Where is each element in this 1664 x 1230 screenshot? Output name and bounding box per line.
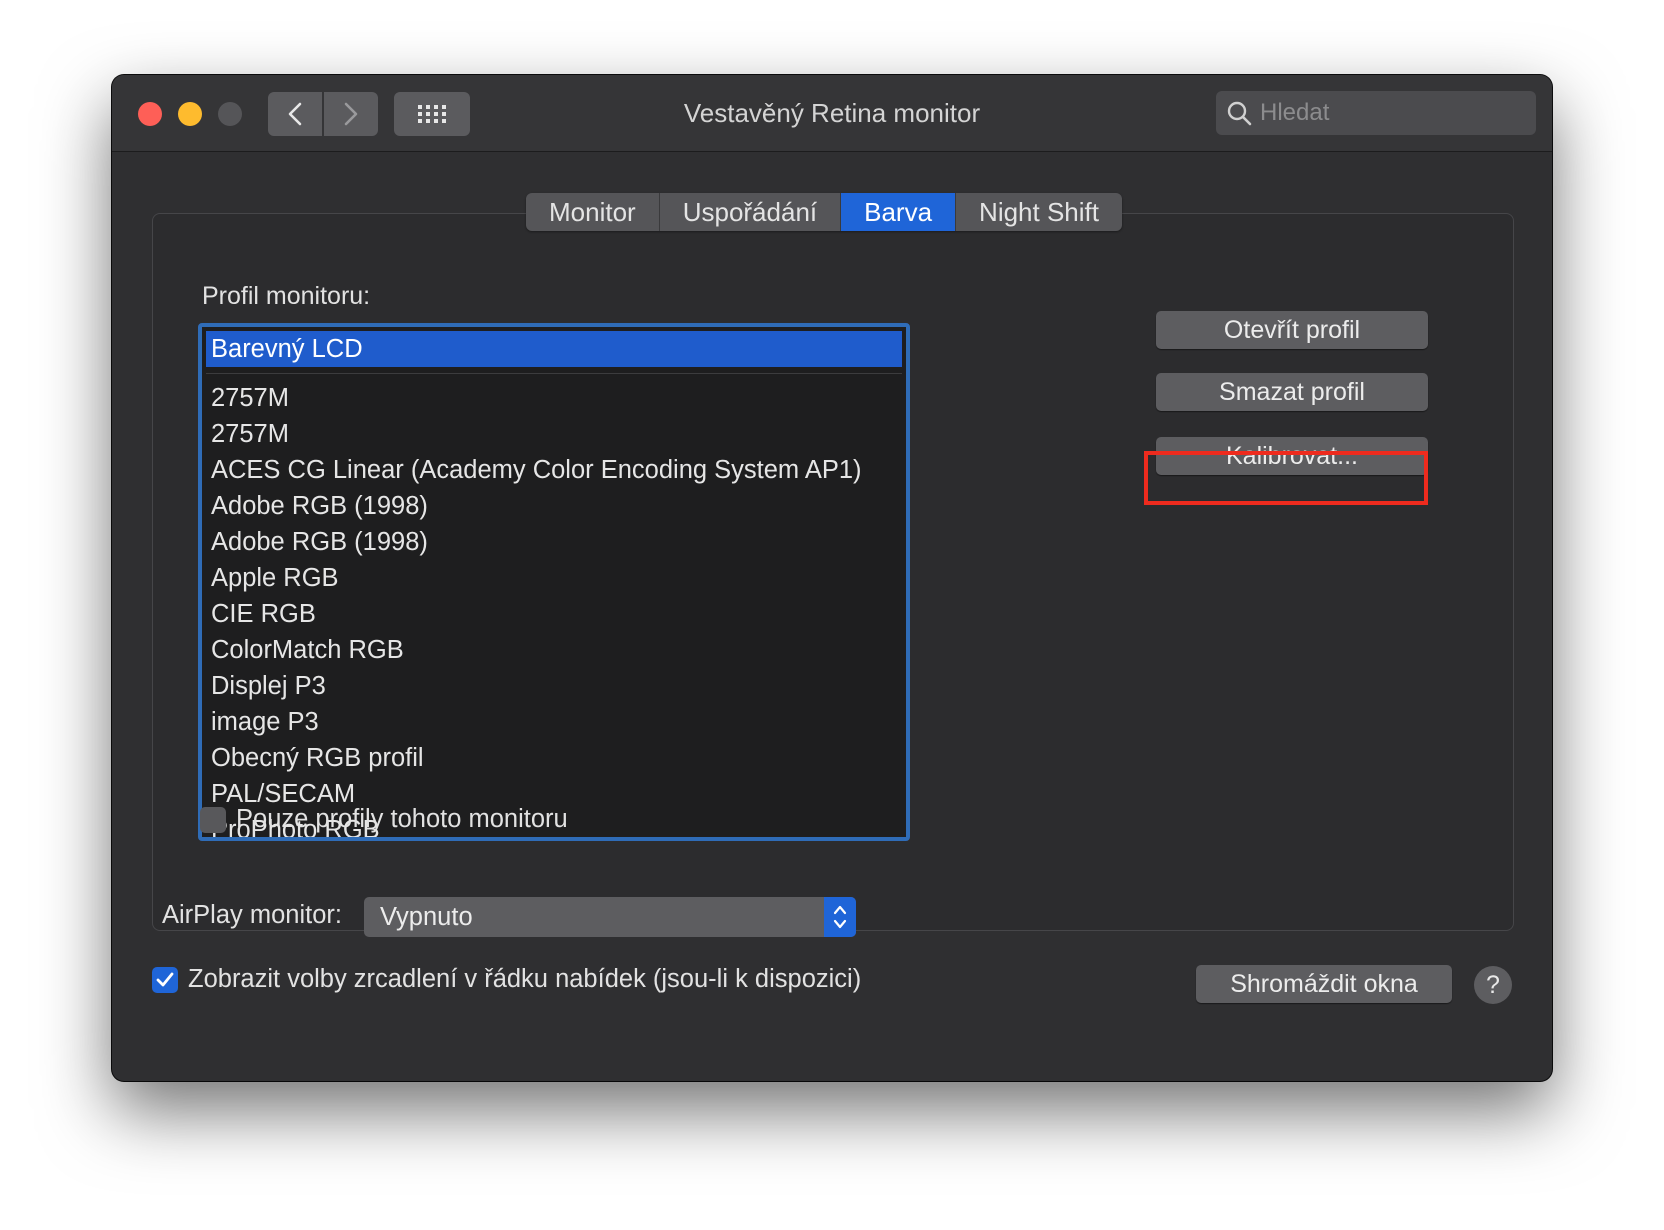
delete-profile-button[interactable]: Smazat profil bbox=[1156, 373, 1428, 411]
tab-color[interactable]: Barva bbox=[841, 193, 957, 231]
profile-list[interactable]: Barevný LCD 2757M 2757M ACES CG Linear (… bbox=[198, 323, 910, 841]
profile-item-selected[interactable]: Barevný LCD bbox=[206, 331, 902, 367]
tab-arrangement[interactable]: Uspořádání bbox=[660, 193, 842, 231]
airplay-label: AirPlay monitor: bbox=[162, 901, 342, 929]
updown-chevron-icon bbox=[824, 897, 856, 937]
open-profile-button[interactable]: Otevřít profil bbox=[1156, 311, 1428, 349]
help-button[interactable]: ? bbox=[1474, 966, 1512, 1004]
only-this-monitor-label: Pouze profily tohoto monitoru bbox=[236, 805, 568, 833]
tab-night-shift[interactable]: Night Shift bbox=[956, 193, 1122, 231]
profile-item[interactable]: Adobe RGB (1998) bbox=[202, 524, 906, 560]
only-this-monitor-checkbox[interactable] bbox=[200, 806, 226, 833]
profile-item[interactable]: CIE RGB bbox=[202, 596, 906, 632]
tab-monitor[interactable]: Monitor bbox=[526, 193, 660, 231]
tab-bar: Monitor Uspořádání Barva Night Shift bbox=[526, 193, 1122, 231]
calibrate-highlight-frame bbox=[1144, 451, 1428, 505]
airplay-select-value: Vypnuto bbox=[380, 902, 473, 931]
mirroring-options-checkbox[interactable] bbox=[152, 966, 178, 993]
profile-item[interactable]: image P3 bbox=[202, 704, 906, 740]
only-this-monitor-row: Pouze profily tohoto monitoru bbox=[200, 805, 568, 834]
system-preferences-window: Vestavěný Retina monitor Hledat Monitor … bbox=[112, 75, 1552, 1081]
profile-item[interactable]: ACES CG Linear (Academy Color Encoding S… bbox=[202, 452, 906, 488]
search-placeholder: Hledat bbox=[1260, 99, 1330, 126]
title-bar: Vestavěný Retina monitor Hledat bbox=[112, 75, 1552, 152]
profile-item[interactable]: Apple RGB bbox=[202, 560, 906, 596]
profile-item[interactable]: ColorMatch RGB bbox=[202, 632, 906, 668]
profile-item[interactable]: Obecný RGB profil bbox=[202, 740, 906, 776]
search-field[interactable]: Hledat bbox=[1216, 91, 1536, 135]
profile-item[interactable]: Displej P3 bbox=[202, 668, 906, 704]
profile-item[interactable]: Adobe RGB (1998) bbox=[202, 488, 906, 524]
list-separator bbox=[206, 373, 902, 374]
profile-item[interactable]: 2757M bbox=[202, 416, 906, 452]
gather-windows-button[interactable]: Shromáždit okna bbox=[1196, 965, 1452, 1003]
mirroring-options-label: Zobrazit volby zrcadlení v řádku nabídek… bbox=[188, 965, 862, 993]
checkmark-icon bbox=[156, 972, 174, 986]
profile-list-label: Profil monitoru: bbox=[202, 282, 371, 310]
profile-item[interactable]: 2757M bbox=[202, 380, 906, 416]
airplay-select[interactable]: Vypnuto bbox=[364, 897, 856, 937]
search-icon bbox=[1226, 100, 1252, 126]
mirroring-options-row: Zobrazit volby zrcadlení v řádku nabídek… bbox=[152, 965, 861, 994]
